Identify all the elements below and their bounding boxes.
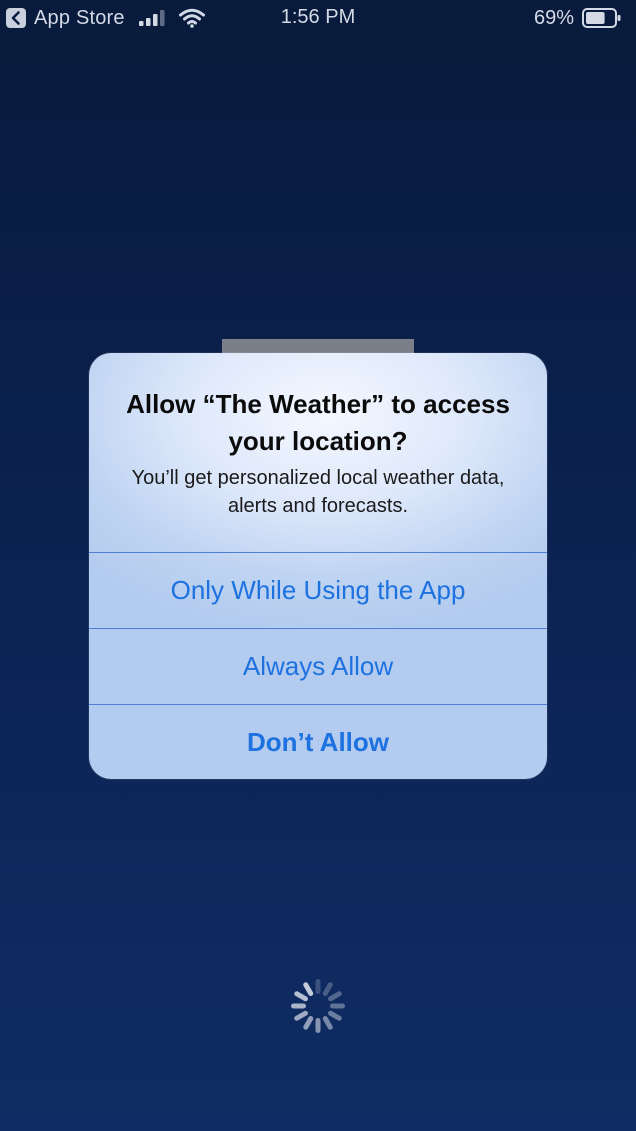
location-permission-alert: Allow “The Weather” to access your locat… [89,353,547,779]
spinner-spoke [322,1016,333,1030]
battery-percent: 69% [533,6,574,29]
alert-content: Allow “The Weather” to access your locat… [89,353,547,552]
spinner-spoke [330,1003,345,1009]
spinner-spoke [328,991,342,1002]
loading-spinner-icon [288,976,348,1036]
spinner-spoke [294,1010,308,1021]
alert-message: You’ll get personalized local weather da… [131,467,505,517]
spinner-spoke [303,982,314,996]
status-bar: App Store 1:56 PM 69% [0,0,636,36]
spinner-spoke [322,982,333,996]
spinner-spoke [315,979,321,994]
always-allow-button[interactable]: Always Allow [89,628,547,703]
battery-icon [582,8,622,28]
only-while-using-button[interactable]: Only While Using the App [89,552,547,627]
spinner-spoke [328,1010,342,1021]
dont-allow-button[interactable]: Don’t Allow [89,704,547,779]
spinner-spoke [315,1018,321,1033]
battery-fill [586,12,605,24]
alert-title: Allow “The Weather” to access your locat… [126,389,510,456]
spinner-spoke [303,1016,314,1030]
spinner-spoke [291,1003,306,1009]
status-right-group: 69% [534,5,622,31]
spinner-spoke [294,991,308,1002]
